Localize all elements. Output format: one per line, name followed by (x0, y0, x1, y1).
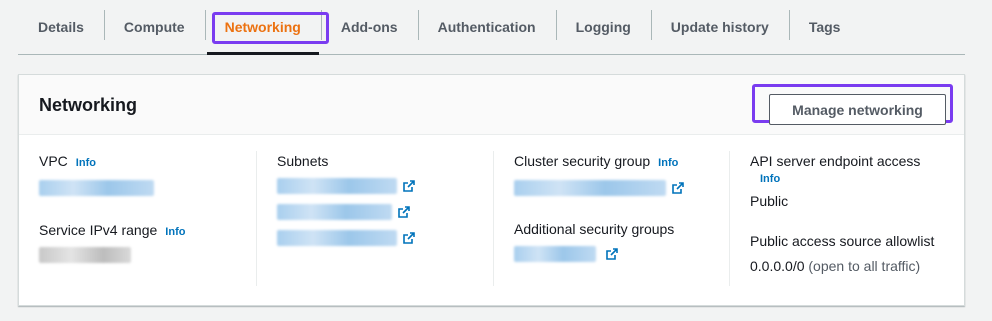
column-api-endpoint: API server endpoint access Info Public P… (729, 151, 966, 286)
column-vpc: VPC Info Service IPv4 range Info (19, 151, 256, 286)
external-link-icon[interactable] (403, 231, 416, 244)
subnet-id-redacted[interactable] (277, 203, 392, 220)
vpc-label: VPC Info (39, 151, 256, 173)
tab-networking[interactable]: Networking (204, 0, 321, 55)
cluster-sg-info-link[interactable]: Info (658, 157, 678, 169)
tab-update-history[interactable]: Update history (650, 0, 789, 54)
public-allowlist-value: 0.0.0.0/0 (open to all traffic) (750, 256, 966, 276)
tab-compute[interactable]: Compute (103, 0, 205, 54)
public-allowlist-note: (open to all traffic) (808, 258, 921, 274)
vpc-id-redacted[interactable] (39, 179, 154, 196)
tab-bar: Details Compute Networking Add-ons Authe… (18, 0, 965, 55)
networking-panel: Networking Manage networking VPC Info Ser… (18, 74, 965, 306)
additional-sg-value[interactable] (514, 245, 729, 263)
service-ipv4-label-text: Service IPv4 range (39, 222, 158, 238)
tab-logging[interactable]: Logging (555, 0, 651, 54)
manage-networking-button[interactable]: Manage networking (769, 94, 946, 125)
tab-details[interactable]: Details (18, 0, 104, 54)
api-endpoint-label: API server endpoint access (750, 153, 921, 169)
service-ipv4-value (39, 246, 256, 264)
subnets-label: Subnets (277, 153, 329, 169)
external-link-icon[interactable] (606, 247, 619, 260)
cluster-sg-value[interactable] (514, 179, 729, 197)
api-endpoint-value: Public (750, 193, 789, 209)
cluster-sg-label: Cluster security group Info (514, 151, 729, 173)
service-ipv4-info-link[interactable]: Info (165, 226, 185, 238)
external-link-icon[interactable] (398, 205, 411, 218)
tab-authentication[interactable]: Authentication (417, 0, 556, 54)
vpc-label-text: VPC (39, 153, 68, 169)
public-allowlist-cidr: 0.0.0.0/0 (750, 258, 805, 274)
subnet-item[interactable] (277, 229, 493, 247)
column-subnets: Subnets (256, 151, 493, 286)
public-allowlist-label: Public access source allowlist (750, 233, 935, 249)
cluster-sg-label-text: Cluster security group (514, 153, 651, 169)
tab-add-ons[interactable]: Add-ons (320, 0, 418, 54)
external-link-icon[interactable] (672, 181, 685, 194)
tab-tags[interactable]: Tags (788, 0, 861, 54)
vpc-info-link[interactable]: Info (76, 157, 96, 169)
subnet-item[interactable] (277, 177, 493, 195)
panel-title: Networking (39, 95, 138, 115)
api-endpoint-info-link[interactable]: Info (760, 173, 966, 185)
column-security-groups: Cluster security group Info Additional se… (493, 151, 729, 286)
additional-sg-id-redacted[interactable] (514, 245, 596, 262)
subnet-id-redacted[interactable] (277, 229, 397, 246)
subnet-id-redacted[interactable] (277, 177, 397, 194)
service-ipv4-redacted (39, 246, 131, 263)
subnet-item[interactable] (277, 203, 493, 221)
vpc-value[interactable] (39, 179, 256, 197)
additional-sg-label: Additional security groups (514, 221, 675, 237)
service-ipv4-label: Service IPv4 range Info (39, 220, 256, 242)
panel-header: Networking Manage networking (19, 75, 964, 135)
cluster-sg-id-redacted[interactable] (514, 179, 666, 196)
manage-button-highlight: Manage networking (752, 84, 953, 125)
external-link-icon[interactable] (403, 179, 416, 192)
